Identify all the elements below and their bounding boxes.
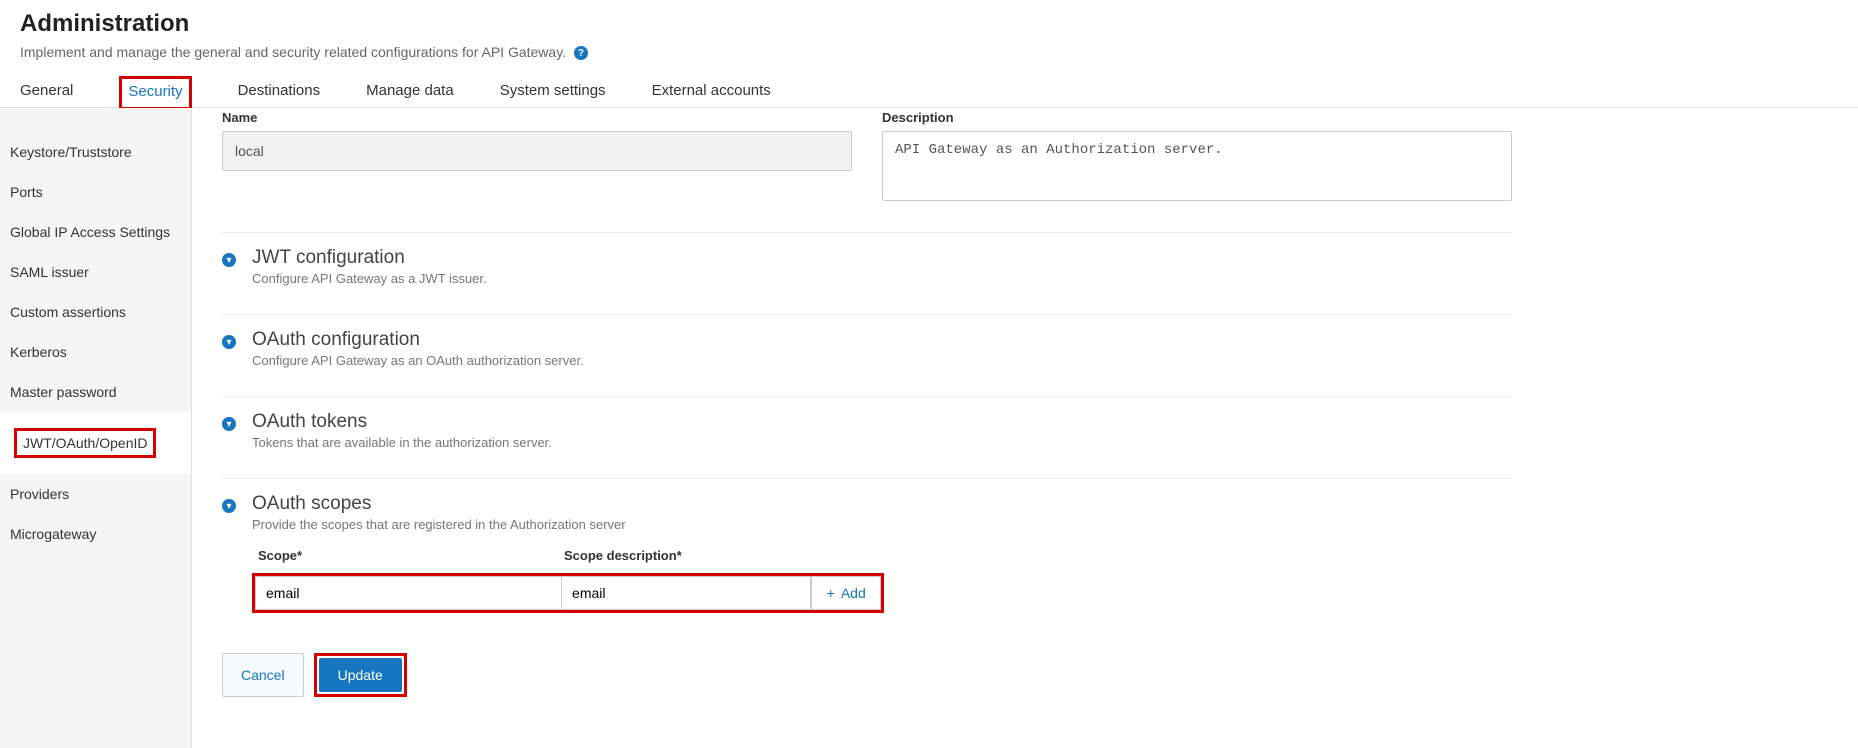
sidebar-item-global-ip[interactable]: Global IP Access Settings xyxy=(0,212,191,252)
tab-bar: General Security Destinations Manage dat… xyxy=(0,74,1858,108)
add-label: Add xyxy=(841,585,866,601)
scope-label: Scope* xyxy=(252,548,564,563)
update-button[interactable]: Update xyxy=(319,658,402,692)
expand-icon[interactable]: ▾ xyxy=(222,417,236,431)
page-title: Administration xyxy=(20,10,1838,38)
sidebar-item-custom-assertions[interactable]: Custom assertions xyxy=(0,292,191,332)
section-title-oauth-scopes[interactable]: OAuth scopes xyxy=(252,493,626,515)
tab-general[interactable]: General xyxy=(20,74,73,107)
section-desc-jwt: Configure API Gateway as a JWT issuer. xyxy=(252,271,487,286)
plus-icon: + xyxy=(827,585,835,601)
description-label: Description xyxy=(882,110,1512,125)
scope-row-highlight: + Add xyxy=(252,573,884,613)
subtitle-text: Implement and manage the general and sec… xyxy=(20,44,566,60)
tab-destinations[interactable]: Destinations xyxy=(238,74,321,107)
sidebar-item-ports[interactable]: Ports xyxy=(0,172,191,212)
name-input xyxy=(222,131,852,171)
update-button-highlight: Update xyxy=(314,653,407,697)
section-desc-oauth-config: Configure API Gateway as an OAuth author… xyxy=(252,353,584,368)
sidebar-item-providers[interactable]: Providers xyxy=(0,474,191,514)
sidebar-item-kerberos[interactable]: Kerberos xyxy=(0,332,191,372)
tab-security-highlight: Security xyxy=(119,76,191,110)
expand-icon[interactable]: ▾ xyxy=(222,253,236,267)
section-title-jwt[interactable]: JWT configuration xyxy=(252,247,487,269)
name-label: Name xyxy=(222,110,852,125)
expand-icon[interactable]: ▾ xyxy=(222,499,236,513)
sidebar-item-saml[interactable]: SAML issuer xyxy=(0,252,191,292)
description-input[interactable]: API Gateway as an Authorization server. xyxy=(882,131,1512,201)
page-subtitle: Implement and manage the general and sec… xyxy=(20,44,1838,60)
section-desc-oauth-scopes: Provide the scopes that are registered i… xyxy=(252,517,626,532)
section-title-oauth-config[interactable]: OAuth configuration xyxy=(252,329,584,351)
section-desc-oauth-tokens: Tokens that are available in the authori… xyxy=(252,435,552,450)
sidebar-item-microgateway[interactable]: Microgateway xyxy=(0,514,191,554)
tab-security[interactable]: Security xyxy=(128,81,182,102)
tab-system-settings[interactable]: System settings xyxy=(500,74,606,107)
scope-description-input[interactable] xyxy=(561,576,811,610)
sidebar: Keystore/Truststore Ports Global IP Acce… xyxy=(0,108,192,748)
content-area: Name Description API Gateway as an Autho… xyxy=(192,108,1542,748)
section-title-oauth-tokens[interactable]: OAuth tokens xyxy=(252,411,552,433)
scope-input[interactable] xyxy=(255,576,553,610)
sidebar-item-jwt-highlight: JWT/OAuth/OpenID xyxy=(14,428,156,458)
sidebar-item-master-password[interactable]: Master password xyxy=(0,372,191,412)
tab-external-accounts[interactable]: External accounts xyxy=(652,74,771,107)
cancel-button[interactable]: Cancel xyxy=(222,653,304,697)
scope-description-label: Scope description* xyxy=(564,548,682,563)
sidebar-item-keystore[interactable]: Keystore/Truststore xyxy=(0,132,191,172)
tab-manage-data[interactable]: Manage data xyxy=(366,74,454,107)
sidebar-item-jwt-oauth-openid[interactable]: JWT/OAuth/OpenID xyxy=(0,412,191,474)
help-icon[interactable]: ? xyxy=(574,46,588,60)
cell-divider xyxy=(553,576,561,610)
add-scope-button[interactable]: + Add xyxy=(811,576,881,610)
expand-icon[interactable]: ▾ xyxy=(222,335,236,349)
